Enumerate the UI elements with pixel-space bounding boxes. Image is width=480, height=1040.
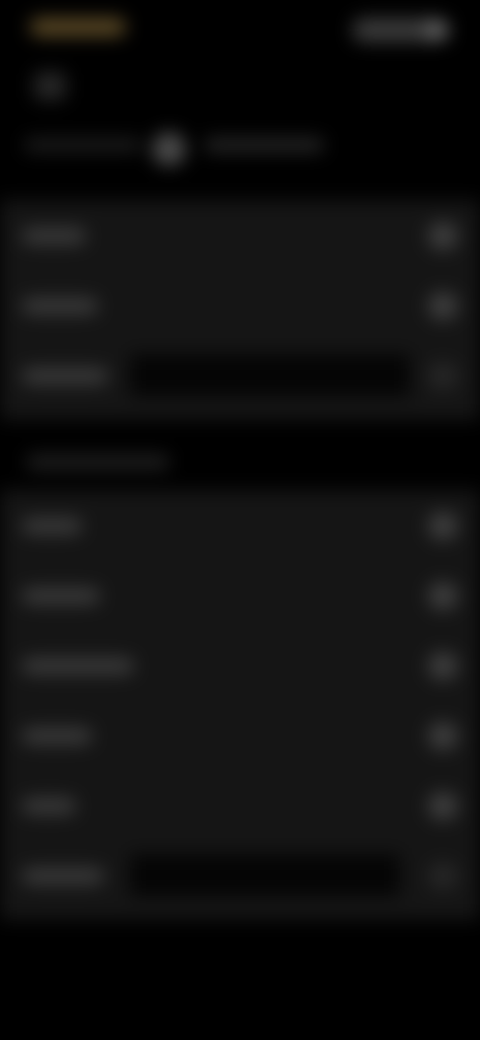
chevron-right-icon	[428, 362, 458, 390]
list-item[interactable]	[0, 770, 480, 840]
list-item-label	[22, 518, 82, 534]
chevron-right-icon	[428, 862, 458, 890]
value-field	[130, 854, 400, 896]
logo-icon	[30, 18, 126, 36]
list-item-label	[22, 228, 86, 244]
list-item[interactable]	[0, 200, 480, 270]
switch-icon	[426, 21, 446, 39]
chevron-right-icon	[428, 652, 458, 680]
top-bar	[0, 0, 480, 60]
list-item-label	[22, 868, 104, 884]
back-arrow-icon[interactable]	[34, 72, 66, 100]
segmented-toggle[interactable]	[24, 132, 324, 166]
list-item[interactable]	[0, 560, 480, 630]
list-item[interactable]	[0, 630, 480, 700]
segment-left-label	[24, 138, 142, 152]
header-toggle[interactable]	[352, 18, 450, 42]
value-field	[130, 354, 410, 396]
settings-group-1	[0, 200, 480, 420]
list-item[interactable]	[0, 270, 480, 340]
chevron-right-icon	[428, 582, 458, 610]
settings-group-2	[0, 490, 480, 920]
list-item-label	[22, 658, 134, 674]
toggle-knob-icon[interactable]	[152, 132, 186, 166]
chevron-right-icon	[428, 792, 458, 820]
list-item[interactable]	[0, 700, 480, 770]
chevron-right-icon	[428, 512, 458, 540]
settings-screen	[0, 0, 480, 1040]
list-item[interactable]	[0, 840, 480, 910]
bottom-spacer	[0, 920, 480, 1040]
list-item[interactable]	[0, 340, 480, 410]
list-item[interactable]	[0, 490, 480, 560]
list-item-label	[22, 588, 100, 604]
chevron-right-icon	[428, 722, 458, 750]
list-item-label	[22, 368, 108, 384]
segment-right-label	[204, 138, 324, 152]
list-item-label	[22, 298, 98, 314]
section-header	[26, 454, 170, 470]
list-item-label	[22, 798, 76, 814]
chevron-right-icon	[428, 222, 458, 250]
list-item-label	[22, 728, 92, 744]
chevron-right-icon	[428, 292, 458, 320]
